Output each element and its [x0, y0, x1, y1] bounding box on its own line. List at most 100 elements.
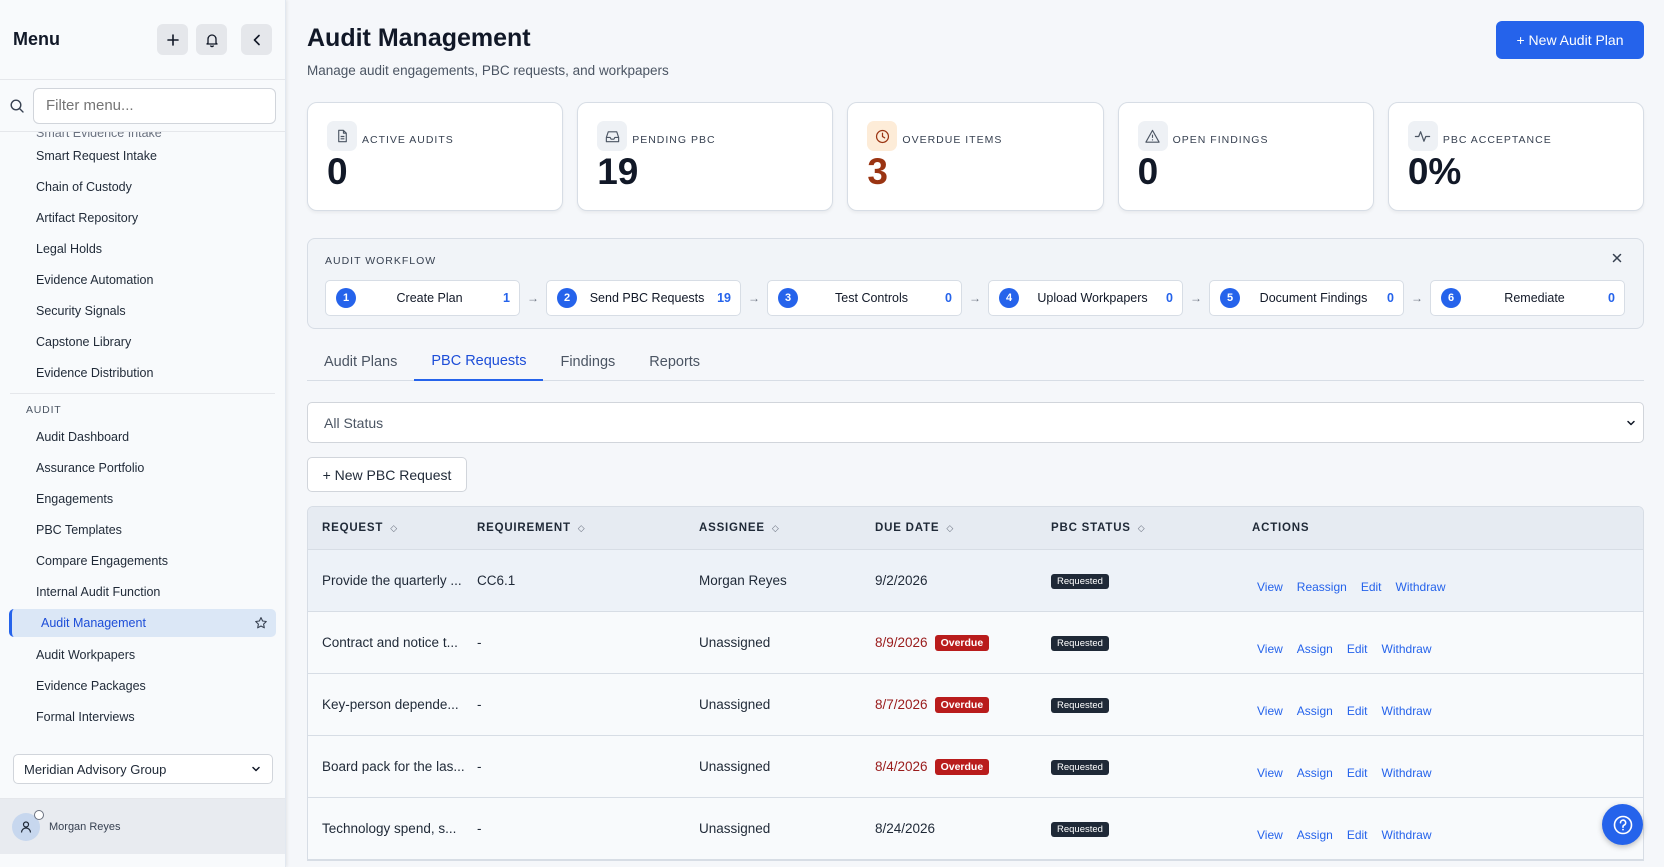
view-link[interactable]: View [1257, 642, 1283, 656]
close-icon[interactable] [1610, 251, 1624, 265]
sidebar-item-smart-request-intake[interactable]: Smart Request Intake [0, 140, 285, 171]
workflow-steps: 1 Create Plan 1 → 2 Send PBC Requests 19 → 3 Test… [325, 280, 1625, 316]
workflow-step-upload-workpapers[interactable]: 4 Upload Workpapers 0 [988, 280, 1183, 316]
sort-icon[interactable]: ◇ [1138, 523, 1146, 534]
table-body: Provide the quarterly ... CC6.1 Morgan Rey… [308, 550, 1643, 860]
due-date: 8/7/2026 [875, 697, 928, 712]
actions-cell: View Reassign Edit Withdraw [1252, 568, 1643, 594]
view-link[interactable]: View [1257, 704, 1283, 718]
workflow-step-send-pbc-requests[interactable]: 2 Send PBC Requests 19 [546, 280, 741, 316]
sidebar-item-assurance-portfolio[interactable]: Assurance Portfolio [0, 452, 285, 483]
sidebar-item-evidence-distribution[interactable]: Evidence Distribution [0, 357, 285, 388]
column-header-label: REQUIREMENT [477, 522, 571, 534]
workflow-arrow-icon: → [969, 291, 981, 305]
workflow-step-label: Document Findings [1259, 291, 1368, 305]
request-cell[interactable]: Board pack for the las... [308, 759, 477, 774]
organization-select[interactable]: Meridian Advisory Group [13, 754, 273, 784]
tab-pbc-requests[interactable]: PBC Requests [414, 342, 544, 381]
withdraw-link[interactable]: Withdraw [1382, 766, 1432, 780]
assign-link[interactable]: Assign [1297, 642, 1333, 656]
stat-label: PENDING PBC [632, 134, 716, 146]
sidebar-item-internal-audit-function[interactable]: Internal Audit Function [0, 576, 285, 607]
reassign-link[interactable]: Reassign [1297, 580, 1347, 594]
sidebar-item-audit-management[interactable]: Audit Management [9, 609, 276, 637]
assignee-cell: Unassigned [699, 759, 771, 774]
view-link[interactable]: View [1257, 766, 1283, 780]
sidebar-item-legal-holds[interactable]: Legal Holds [0, 233, 285, 264]
edit-link[interactable]: Edit [1347, 704, 1368, 718]
edit-link[interactable]: Edit [1347, 828, 1368, 842]
column-header-pbc-status[interactable]: PBC STATUS ◇ [1051, 522, 1252, 534]
sidebar-item-smart-evidence-intake[interactable]: Smart Evidence Intake [0, 132, 285, 140]
tab-reports[interactable]: Reports [632, 342, 717, 381]
sort-icon[interactable]: ◇ [772, 523, 780, 534]
bell-icon [205, 33, 218, 47]
table-row: Provide the quarterly ... CC6.1 Morgan Rey… [308, 550, 1643, 612]
notifications-button[interactable] [196, 24, 227, 55]
workflow-step-create-plan[interactable]: 1 Create Plan 1 [325, 280, 520, 316]
sidebar-item-evidence-automation[interactable]: Evidence Automation [0, 264, 285, 295]
workflow-step-document-findings[interactable]: 5 Document Findings 0 [1209, 280, 1404, 316]
tab-audit-plans[interactable]: Audit Plans [307, 342, 414, 381]
chevron-left-icon [253, 34, 260, 45]
assign-link[interactable]: Assign [1297, 766, 1333, 780]
stat-value: 19 [597, 151, 639, 192]
workflow-step-number: 1 [336, 288, 356, 308]
view-link[interactable]: View [1257, 828, 1283, 842]
column-header-requirement[interactable]: REQUIREMENT ◇ [477, 522, 699, 534]
withdraw-link[interactable]: Withdraw [1382, 642, 1432, 656]
sidebar-item-chain-of-custody[interactable]: Chain of Custody [0, 171, 285, 202]
assign-link[interactable]: Assign [1297, 704, 1333, 718]
column-header-request[interactable]: REQUEST ◇ [308, 522, 477, 534]
column-header-assignee[interactable]: ASSIGNEE ◇ [699, 522, 875, 534]
workflow-step-count: 1 [503, 291, 510, 305]
sort-icon[interactable]: ◇ [390, 523, 398, 534]
request-cell[interactable]: Key-person depende... [308, 697, 477, 712]
workflow-step-test-controls[interactable]: 3 Test Controls 0 [767, 280, 962, 316]
view-link[interactable]: View [1257, 580, 1283, 594]
help-button[interactable] [1602, 804, 1643, 845]
pbc-status-cell: Requested [1051, 758, 1252, 775]
workflow-step-remediate[interactable]: 6 Remediate 0 [1430, 280, 1625, 316]
column-header-label: REQUEST [322, 522, 384, 534]
sidebar-item-pbc-templates[interactable]: PBC Templates [0, 514, 285, 545]
status-filter-select[interactable]: All Status [307, 402, 1644, 443]
sidebar-item-audit-workpapers[interactable]: Audit Workpapers [0, 639, 285, 670]
sidebar-item-audit-dashboard[interactable]: Audit Dashboard [0, 421, 285, 452]
sidebar: Menu Smart Evidence IntakeSmart Request … [0, 0, 286, 867]
overdue-badge: Overdue [934, 758, 990, 775]
sort-icon[interactable]: ◇ [946, 523, 954, 534]
new-pbc-request-button[interactable]: + New PBC Request [307, 457, 467, 492]
collapse-sidebar-button[interactable] [241, 24, 272, 55]
pbc-status-cell: Requested [1051, 820, 1252, 837]
column-header-label: ASSIGNEE [699, 522, 765, 534]
withdraw-link[interactable]: Withdraw [1382, 828, 1432, 842]
edit-link[interactable]: Edit [1347, 642, 1368, 656]
request-cell[interactable]: Contract and notice t... [308, 635, 477, 650]
withdraw-link[interactable]: Withdraw [1382, 704, 1432, 718]
add-button[interactable] [157, 24, 188, 55]
actions-cell: View Assign Edit Withdraw [1252, 692, 1643, 718]
request-cell[interactable]: Provide the quarterly ... [308, 573, 477, 588]
sidebar-item-security-signals[interactable]: Security Signals [0, 295, 285, 326]
filter-menu-input[interactable] [33, 87, 276, 124]
sidebar-item-formal-interviews[interactable]: Formal Interviews [0, 701, 285, 724]
tab-findings[interactable]: Findings [543, 342, 632, 381]
edit-link[interactable]: Edit [1347, 766, 1368, 780]
main-content: Audit Management Manage audit engagement… [307, 0, 1645, 867]
column-header-due-date[interactable]: DUE DATE ◇ [875, 522, 1051, 534]
sidebar-item-engagements[interactable]: Engagements [0, 483, 285, 514]
sort-icon[interactable]: ◇ [578, 523, 586, 534]
status-indicator-icon [34, 809, 44, 820]
request-cell[interactable]: Technology spend, s... [308, 821, 477, 836]
user-profile[interactable]: Morgan Reyes [0, 798, 285, 854]
new-audit-plan-button[interactable]: + New Audit Plan [1496, 21, 1644, 59]
sidebar-item-evidence-packages[interactable]: Evidence Packages [0, 670, 285, 701]
edit-link[interactable]: Edit [1361, 580, 1382, 594]
star-icon[interactable] [254, 616, 268, 630]
sidebar-item-capstone-library[interactable]: Capstone Library [0, 326, 285, 357]
withdraw-link[interactable]: Withdraw [1396, 580, 1446, 594]
sidebar-item-artifact-repository[interactable]: Artifact Repository [0, 202, 285, 233]
assign-link[interactable]: Assign [1297, 828, 1333, 842]
sidebar-item-compare-engagements[interactable]: Compare Engagements [0, 545, 285, 576]
